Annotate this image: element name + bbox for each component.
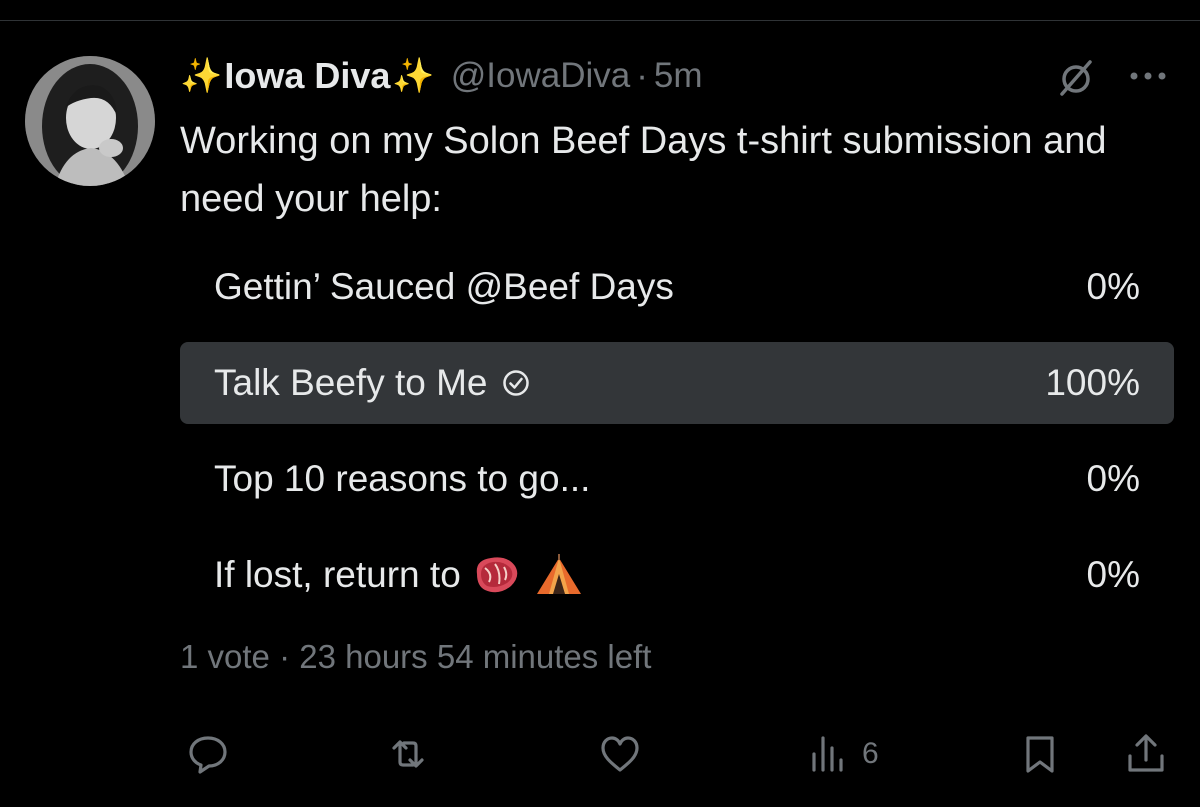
bookmark-button[interactable] [1018, 732, 1062, 776]
poll-option[interactable]: Talk Beefy to Me 100% [180, 342, 1174, 424]
share-button[interactable] [1124, 732, 1168, 776]
share-icon [1128, 734, 1164, 772]
poll-votes: 1 vote [180, 638, 270, 675]
poll-option-label: Talk Beefy to Me [214, 362, 488, 403]
author-handle[interactable]: @IowaDiva [451, 56, 630, 96]
author-name[interactable]: Iowa Diva [224, 55, 390, 97]
sparkles-icon: ✨ [392, 57, 435, 95]
like-icon [601, 736, 639, 772]
tent-icon [536, 554, 581, 594]
steak-icon [476, 557, 518, 593]
retweet-icon [392, 740, 424, 768]
reply-icon [189, 736, 227, 774]
bookmark-icon [1026, 736, 1054, 773]
poll-meta-separator: · [279, 638, 291, 675]
views-count: 6 [862, 737, 879, 770]
poll-meta: 1 vote · 23 hours 54 minutes left [180, 638, 651, 676]
top-divider [0, 20, 1200, 21]
poll-option-label: Gettin’ Sauced @Beef Days [214, 266, 674, 307]
poll-option[interactable]: Top 10 reasons to go... 0% [180, 438, 1174, 520]
header-separator: · [636, 56, 648, 95]
poll-option-percent: 0% [1086, 554, 1140, 595]
check-circle-icon [502, 370, 529, 396]
action-bar: 6 [0, 722, 1200, 782]
poll: Gettin’ Sauced @Beef Days 0% Talk Beefy … [180, 246, 1174, 630]
tweet-header: ✨ Iowa Diva ✨ @IowaDiva · 5m [180, 52, 703, 100]
poll-option[interactable]: If lost, return to 0% [180, 534, 1174, 616]
poll-time-left: 23 hours 54 minutes left [299, 638, 652, 675]
tweet-text: Working on my Solon Beef Days t-shirt su… [180, 120, 1107, 220]
more-icon[interactable] [1126, 62, 1170, 90]
reply-button[interactable] [186, 732, 230, 776]
retweet-button[interactable] [386, 732, 430, 776]
views-icon [812, 736, 843, 772]
avatar-image [25, 56, 155, 186]
poll-option-label-wrap: Talk Beefy to Me [214, 362, 530, 404]
poll-option-label-wrap: If lost, return to [214, 552, 585, 598]
like-button[interactable] [598, 732, 642, 776]
poll-option-label: Top 10 reasons to go... [214, 458, 591, 499]
poll-option-percent: 0% [1086, 458, 1140, 499]
views-button[interactable]: 6 [806, 732, 879, 776]
sparkles-icon: ✨ [180, 57, 223, 95]
poll-option[interactable]: Gettin’ Sauced @Beef Days 0% [180, 246, 1174, 328]
grok-icon[interactable] [1056, 58, 1096, 98]
poll-option-label: If lost, return to [214, 554, 461, 595]
avatar[interactable] [25, 56, 155, 186]
post-time[interactable]: 5m [654, 56, 703, 96]
poll-option-percent: 0% [1086, 266, 1140, 307]
poll-option-percent: 100% [1045, 362, 1140, 403]
